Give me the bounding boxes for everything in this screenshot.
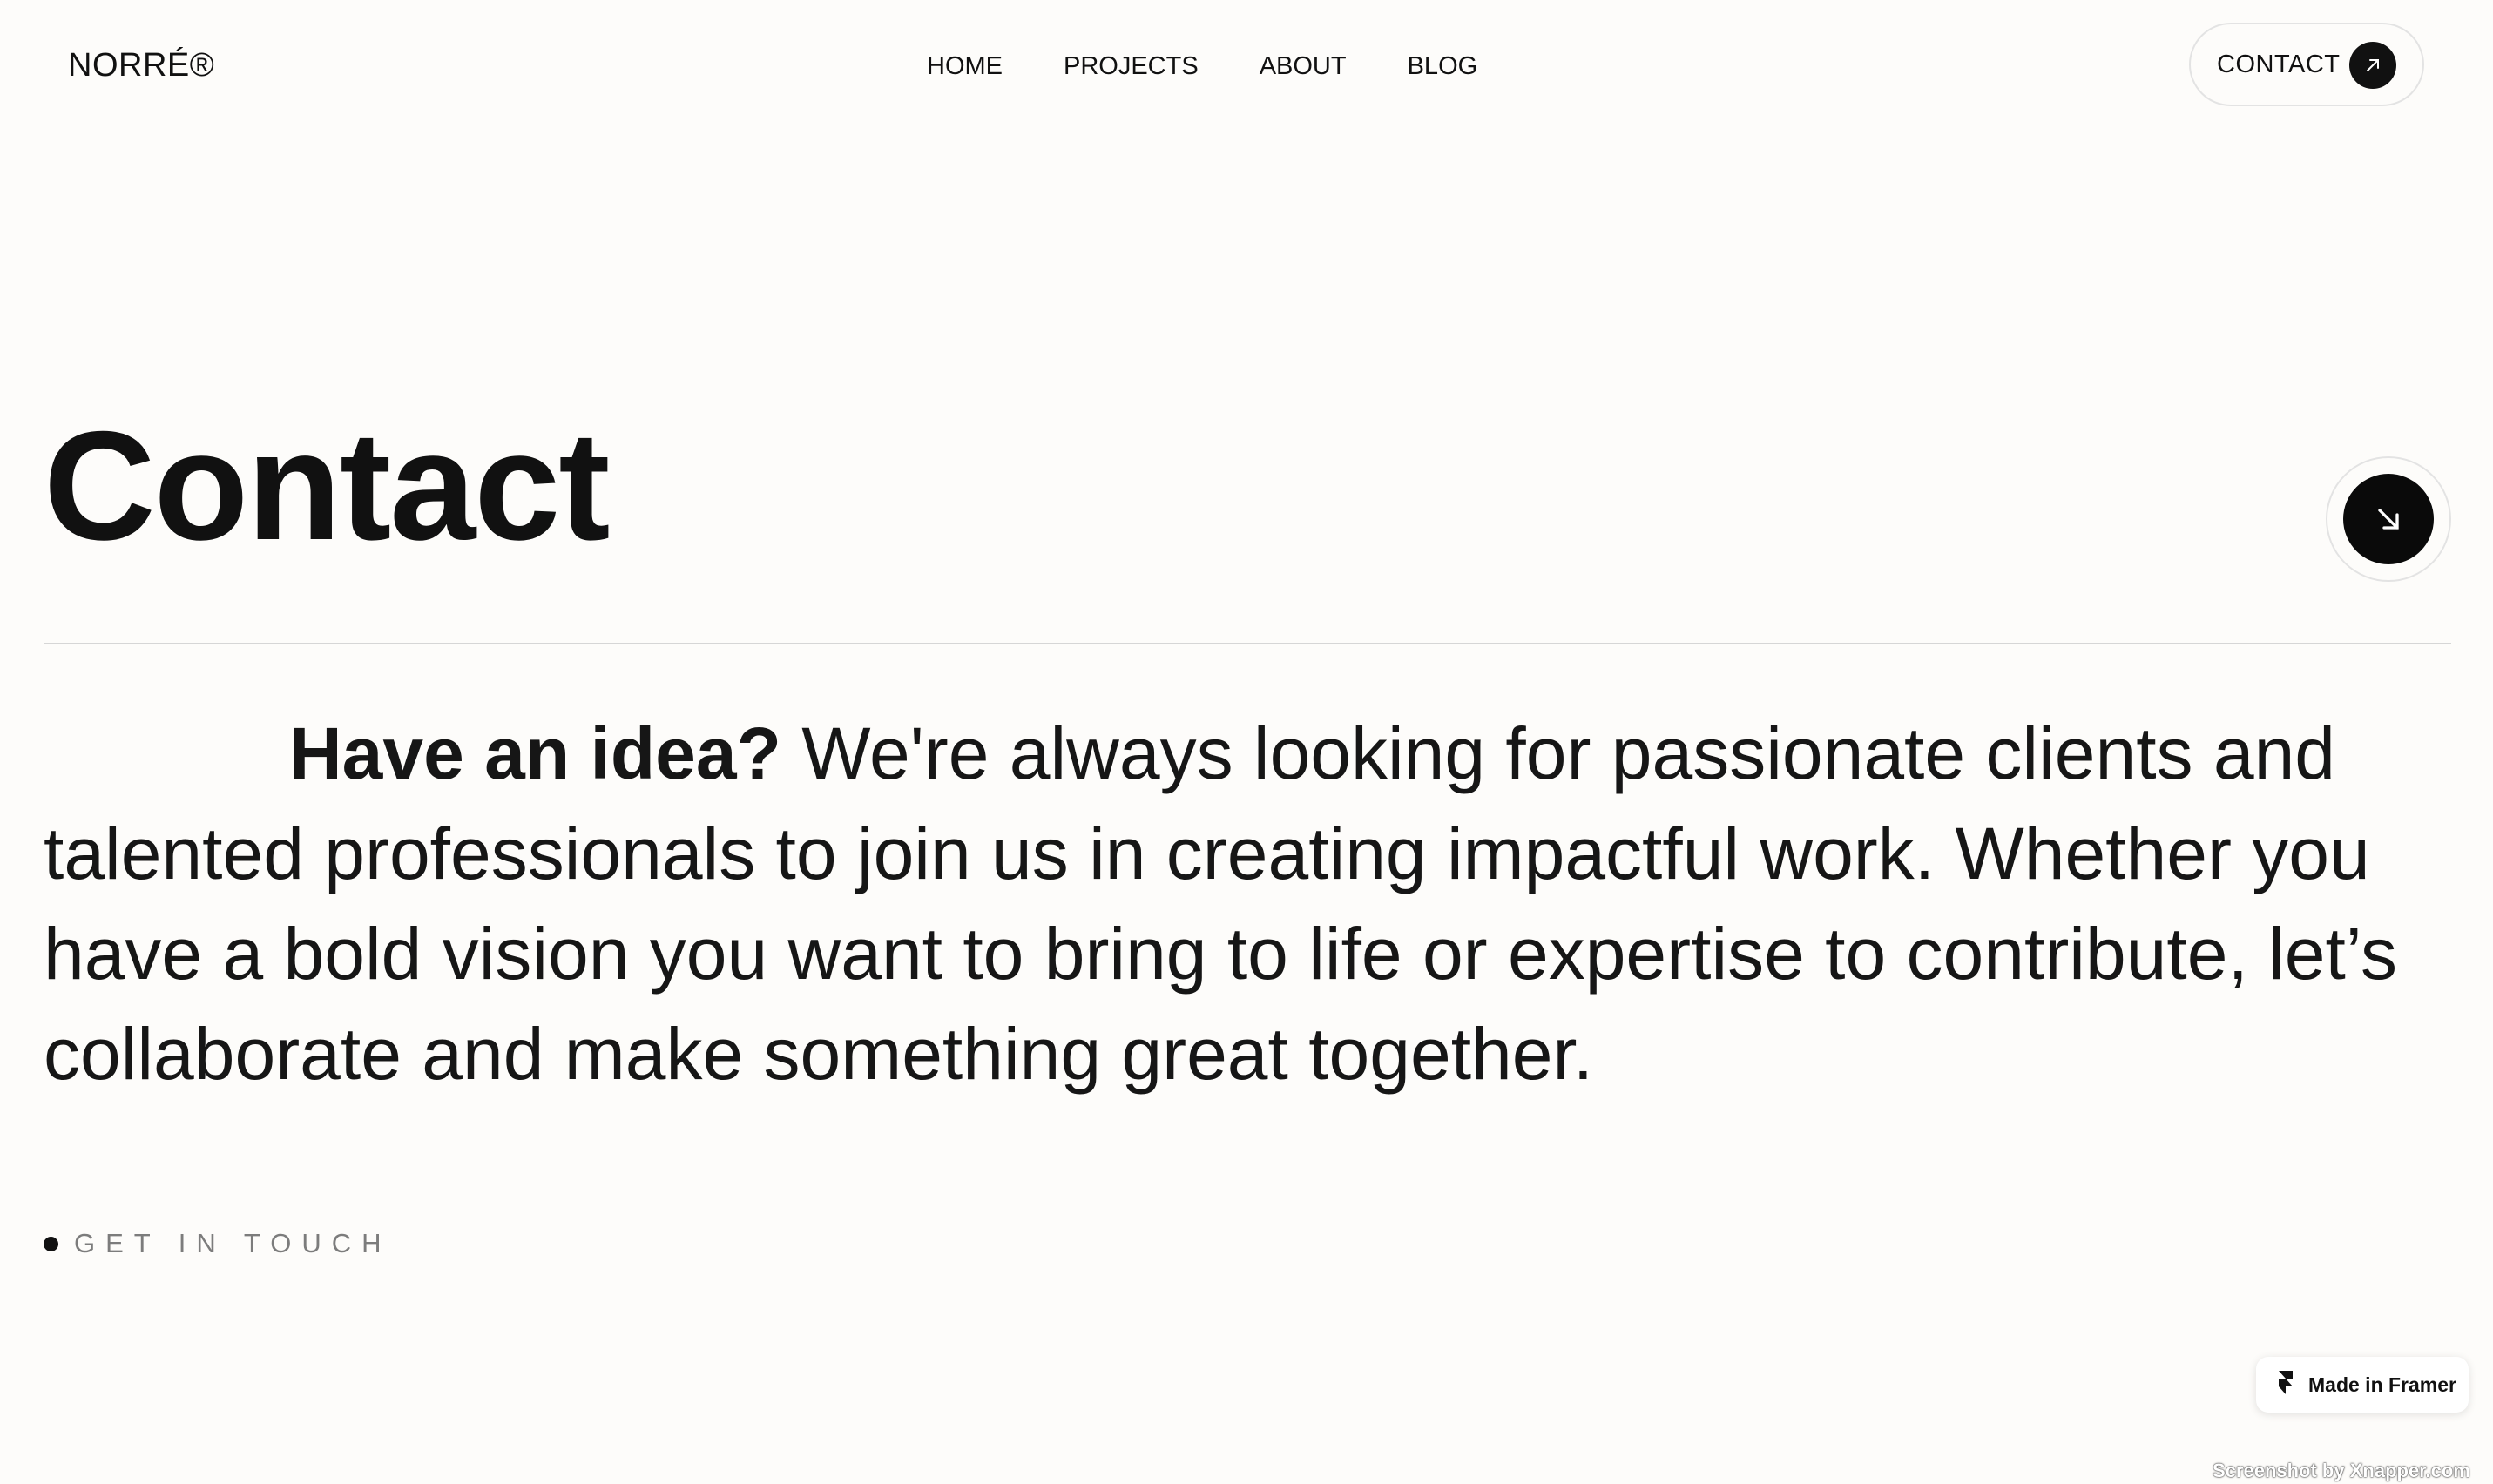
nav-projects-link[interactable]: PROJECTS	[1064, 52, 1199, 81]
scroll-down-button[interactable]	[2326, 456, 2451, 582]
intro-lead: Have an idea?	[289, 712, 781, 794]
main-nav: HOME PROJECTS ABOUT BLOG	[927, 52, 1477, 81]
made-in-framer-label: Made in Framer	[2308, 1373, 2456, 1396]
arrow-up-right-icon	[2349, 42, 2396, 89]
bullet-dot-icon	[44, 1236, 58, 1251]
arrow-down-right-icon	[2343, 474, 2434, 564]
nav-home-link[interactable]: HOME	[927, 52, 1003, 81]
watermark: Screenshot by Xnapper.com	[2213, 1460, 2470, 1481]
get-in-touch-label: GET IN TOUCH	[74, 1228, 392, 1258]
contact-button[interactable]: CONTACT	[2189, 23, 2424, 106]
nav-blog-link[interactable]: BLOG	[1408, 52, 1478, 81]
contact-button-label: CONTACT	[2217, 50, 2341, 78]
divider	[44, 643, 2451, 644]
nav-about-link[interactable]: ABOUT	[1260, 52, 1347, 81]
logo[interactable]: NORRÉ®	[68, 47, 214, 84]
get-in-touch-link[interactable]: GET IN TOUCH	[44, 1228, 391, 1259]
framer-icon	[2277, 1370, 2294, 1400]
intro-paragraph: Have an idea? We're always looking for p…	[44, 704, 2460, 1104]
page-title: Contact	[44, 399, 611, 572]
made-in-framer-badge[interactable]: Made in Framer	[2256, 1357, 2469, 1413]
